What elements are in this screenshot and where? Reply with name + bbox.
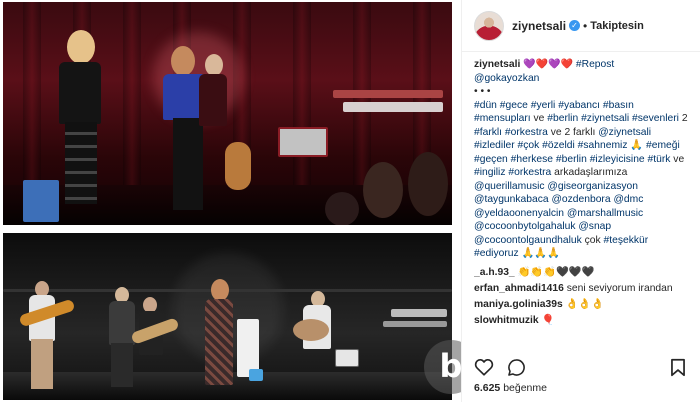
hashtag-link[interactable]: #berlin xyxy=(547,113,578,124)
caption-text: çok xyxy=(581,234,604,246)
heart-emoji: ❤️ xyxy=(535,59,549,70)
hashtag-link[interactable]: #özeldi xyxy=(542,140,575,151)
heart-emoji: 💜 xyxy=(548,59,561,70)
mention-link[interactable]: @cocoontolgaundhaluk xyxy=(474,235,582,246)
caption-dots: • • • xyxy=(474,86,491,97)
concert-band-photo-bottom[interactable] xyxy=(3,233,452,400)
mention-link[interactable]: @ozdenbora xyxy=(551,194,610,205)
comment-row: maniya.golinia39s 👌👌👌 xyxy=(474,297,688,313)
hashtag-link[interactable]: #orkestra xyxy=(508,167,551,178)
amp-case xyxy=(278,127,328,157)
hashtag-link[interactable]: #ediyoruz xyxy=(474,248,519,259)
comment-username[interactable]: erfan_ahmadi1416 xyxy=(474,283,564,294)
post-actions xyxy=(474,356,688,378)
concert-stage-photo-top[interactable] xyxy=(3,2,452,225)
mention-link[interactable]: @taygunkabaca xyxy=(474,194,549,205)
caption-text: ve 2 farklı xyxy=(547,126,599,138)
comment-row: slowhitmuzik 🎈 xyxy=(474,313,688,329)
stage-light-small xyxy=(249,369,263,381)
hashtag-link[interactable]: #geçen xyxy=(474,154,508,165)
comment-username[interactable]: slowhitmuzik xyxy=(474,315,539,326)
post-header: ziynetsali ✓ • Takiptesin xyxy=(462,0,700,52)
comment-row: erfan_ahmadi1416 seni seviyorum irandan xyxy=(474,281,688,297)
hashtag-link[interactable]: #izlediler xyxy=(474,140,515,151)
caption-text: 🙏 xyxy=(627,140,647,151)
mention-link[interactable]: @yeldaoonenyalcin xyxy=(474,208,564,219)
hashtag-link[interactable]: #yerli xyxy=(531,100,556,111)
audience-head xyxy=(363,162,403,218)
caption: ziynetsali 💜❤️💜❤️ #Repost @gokayozkan • … xyxy=(474,58,688,261)
keyboard xyxy=(343,102,443,112)
hashtag-link[interactable]: #emeği xyxy=(646,140,680,151)
likes-label: beğenme xyxy=(503,382,547,394)
hashtag-link[interactable]: #mensupları xyxy=(474,113,531,124)
hashtag-link[interactable]: #orkestra xyxy=(505,127,548,138)
caption-username[interactable]: ziynetsali xyxy=(474,59,520,70)
keyboard xyxy=(383,321,447,327)
avatar[interactable] xyxy=(474,10,504,41)
comment-bubble-icon[interactable] xyxy=(506,357,526,377)
hashtag-link[interactable]: #türk xyxy=(648,154,671,165)
hashtag-link[interactable]: #basın xyxy=(603,100,634,111)
likes-count[interactable]: 6.625 beğenme xyxy=(474,382,547,394)
caption-body: #dün #gece #yerli #yabancı #basın #mensu… xyxy=(474,100,688,260)
mention-link[interactable]: @giseorganizasyon xyxy=(547,181,638,192)
header-separator: • xyxy=(583,18,588,33)
hashtag-link[interactable]: #ziynetsali xyxy=(581,113,629,124)
comment-row: _a.h.93_ 👏👏👏🖤🖤🖤 xyxy=(474,265,688,281)
verified-badge-icon: ✓ xyxy=(569,20,581,31)
bookmark-icon[interactable] xyxy=(668,357,688,377)
hashtag-link[interactable]: #sevenleri xyxy=(632,113,679,124)
likes-number: 6.625 xyxy=(474,382,501,394)
comment-text: 👏👏👏🖤🖤🖤 xyxy=(514,266,595,278)
post-side-panel: ziynetsali ✓ • Takiptesin ziynetsali 💜❤️… xyxy=(461,0,700,402)
mention-link[interactable]: @snap xyxy=(578,221,611,232)
hashtag-link[interactable]: #izleyicisine xyxy=(590,154,645,165)
caption-text: arkadaşlarımıza xyxy=(551,167,628,178)
heart-emoji: 💜 xyxy=(523,59,536,70)
keyboard xyxy=(333,90,443,98)
acoustic-guitar xyxy=(225,142,251,190)
audience-head xyxy=(325,192,359,225)
repost-hashtag[interactable]: #Repost xyxy=(576,59,614,70)
hashtag-link[interactable]: #farklı xyxy=(474,127,502,138)
mention-link[interactable]: @ziynetsali xyxy=(598,127,651,138)
mention-link[interactable]: @cocoonbytolgahaluk xyxy=(474,221,575,232)
post-content: ziynetsali 💜❤️💜❤️ #Repost @gokayozkan • … xyxy=(462,52,700,329)
hashtag-link[interactable]: #berlin xyxy=(556,154,587,165)
caption-text: 2 xyxy=(678,113,688,124)
heart-outline-icon[interactable] xyxy=(474,357,494,377)
hashtag-link[interactable]: #ingiliz xyxy=(474,167,505,178)
mention-link[interactable]: @querillamusic xyxy=(474,181,545,192)
comment-text: 🎈 xyxy=(538,314,555,326)
comment-username[interactable]: maniya.golinia39s xyxy=(474,299,563,310)
comments-list: _a.h.93_ 👏👏👏🖤🖤🖤 erfan_ahmadi1416 seni sev… xyxy=(474,265,688,329)
comment-text: 👌👌👌 xyxy=(562,298,605,310)
hashtag-link[interactable]: #çok xyxy=(518,140,540,151)
caption-hearts: 💜❤️💜❤️ xyxy=(523,59,573,70)
hashtag-link[interactable]: #dün xyxy=(474,100,497,111)
post-media xyxy=(0,0,461,402)
hashtag-link[interactable]: #sahnemiz xyxy=(578,140,628,151)
following-button[interactable]: Takiptesin xyxy=(590,20,644,32)
hashtag-link[interactable]: #gece xyxy=(500,100,528,111)
caption-text: 🙏🙏🙏 xyxy=(518,248,560,259)
keyboard xyxy=(391,309,447,317)
monitor xyxy=(335,349,359,367)
hashtag-link[interactable]: #teşekkür xyxy=(604,235,649,246)
caption-text: ve xyxy=(530,113,548,124)
audience-head xyxy=(408,152,448,216)
heart-emoji: ❤️ xyxy=(560,59,574,70)
hashtag-link[interactable]: #herkese xyxy=(511,154,553,165)
mention-link[interactable]: @marshallmusic xyxy=(567,208,643,219)
caption-text: ve xyxy=(670,153,685,165)
blue-bag xyxy=(23,180,59,222)
comment-username[interactable]: _a.h.93_ xyxy=(474,267,515,278)
header-username[interactable]: ziynetsali xyxy=(512,19,566,33)
caption-mention-author[interactable]: @gokayozkan xyxy=(474,73,539,84)
comment-text: seni seviyorum irandan xyxy=(563,282,673,294)
hashtag-link[interactable]: #yabancı xyxy=(558,100,600,111)
mention-link[interactable]: @dmc xyxy=(613,194,643,205)
